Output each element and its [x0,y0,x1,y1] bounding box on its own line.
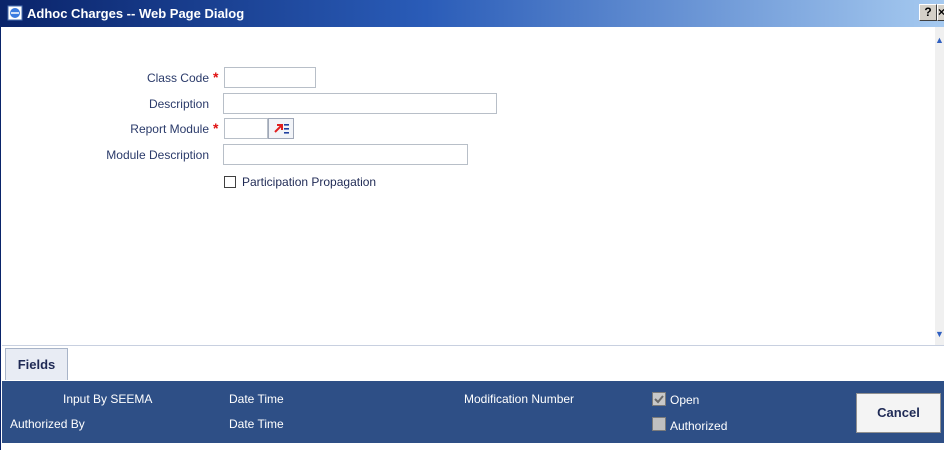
form-area: Class Code * Description Report Module *… [2,27,944,346]
window-title: Adhoc Charges -- Web Page Dialog [27,6,245,21]
title-bar: Adhoc Charges -- Web Page Dialog ? × [1,0,944,27]
scroll-down-icon[interactable]: ▼ [935,327,944,341]
date-time-input-text: Date Time [229,392,284,406]
class-code-input[interactable] [224,67,316,88]
authorized-by-text: Authorized By [10,417,85,431]
checkmark-icon [654,395,664,404]
open-checkbox [652,392,666,406]
open-label: Open [670,393,700,407]
participation-propagation-label: Participation Propagation [242,175,377,189]
module-description-label: Module Description [106,148,209,162]
description-input[interactable] [223,93,497,114]
help-button[interactable]: ? [919,4,937,21]
close-button[interactable]: × [937,4,944,21]
authorized-checkbox [652,417,666,431]
ie-page-icon [7,5,23,21]
report-module-input[interactable] [224,118,268,139]
module-description-input[interactable] [223,144,468,165]
class-code-label: Class Code [146,71,209,85]
description-label: Description [148,97,209,111]
tab-strip: Fields [2,346,944,380]
report-module-lov-button[interactable] [268,118,294,139]
input-by-text: Input By SEEMA [63,392,153,406]
participation-propagation-checkbox[interactable] [224,176,236,188]
dialog-window: Adhoc Charges -- Web Page Dialog ? × Cla… [0,0,944,450]
list-of-values-icon [274,124,289,134]
scroll-up-icon[interactable]: ▲ [935,33,944,47]
vertical-scrollbar[interactable]: ▲ ▼ [935,27,944,345]
cancel-button[interactable]: Cancel [856,393,941,433]
audit-bar: Input By SEEMA Authorized By Date Time D… [2,381,944,443]
date-time-authorized-text: Date Time [229,417,284,431]
class-code-required-mark: * [213,69,219,85]
modification-number-text: Modification Number [464,392,575,406]
authorized-label: Authorized [670,419,728,433]
tab-fields[interactable]: Fields [5,348,68,380]
report-module-required-mark: * [213,120,219,136]
report-module-label: Report Module [130,122,209,136]
